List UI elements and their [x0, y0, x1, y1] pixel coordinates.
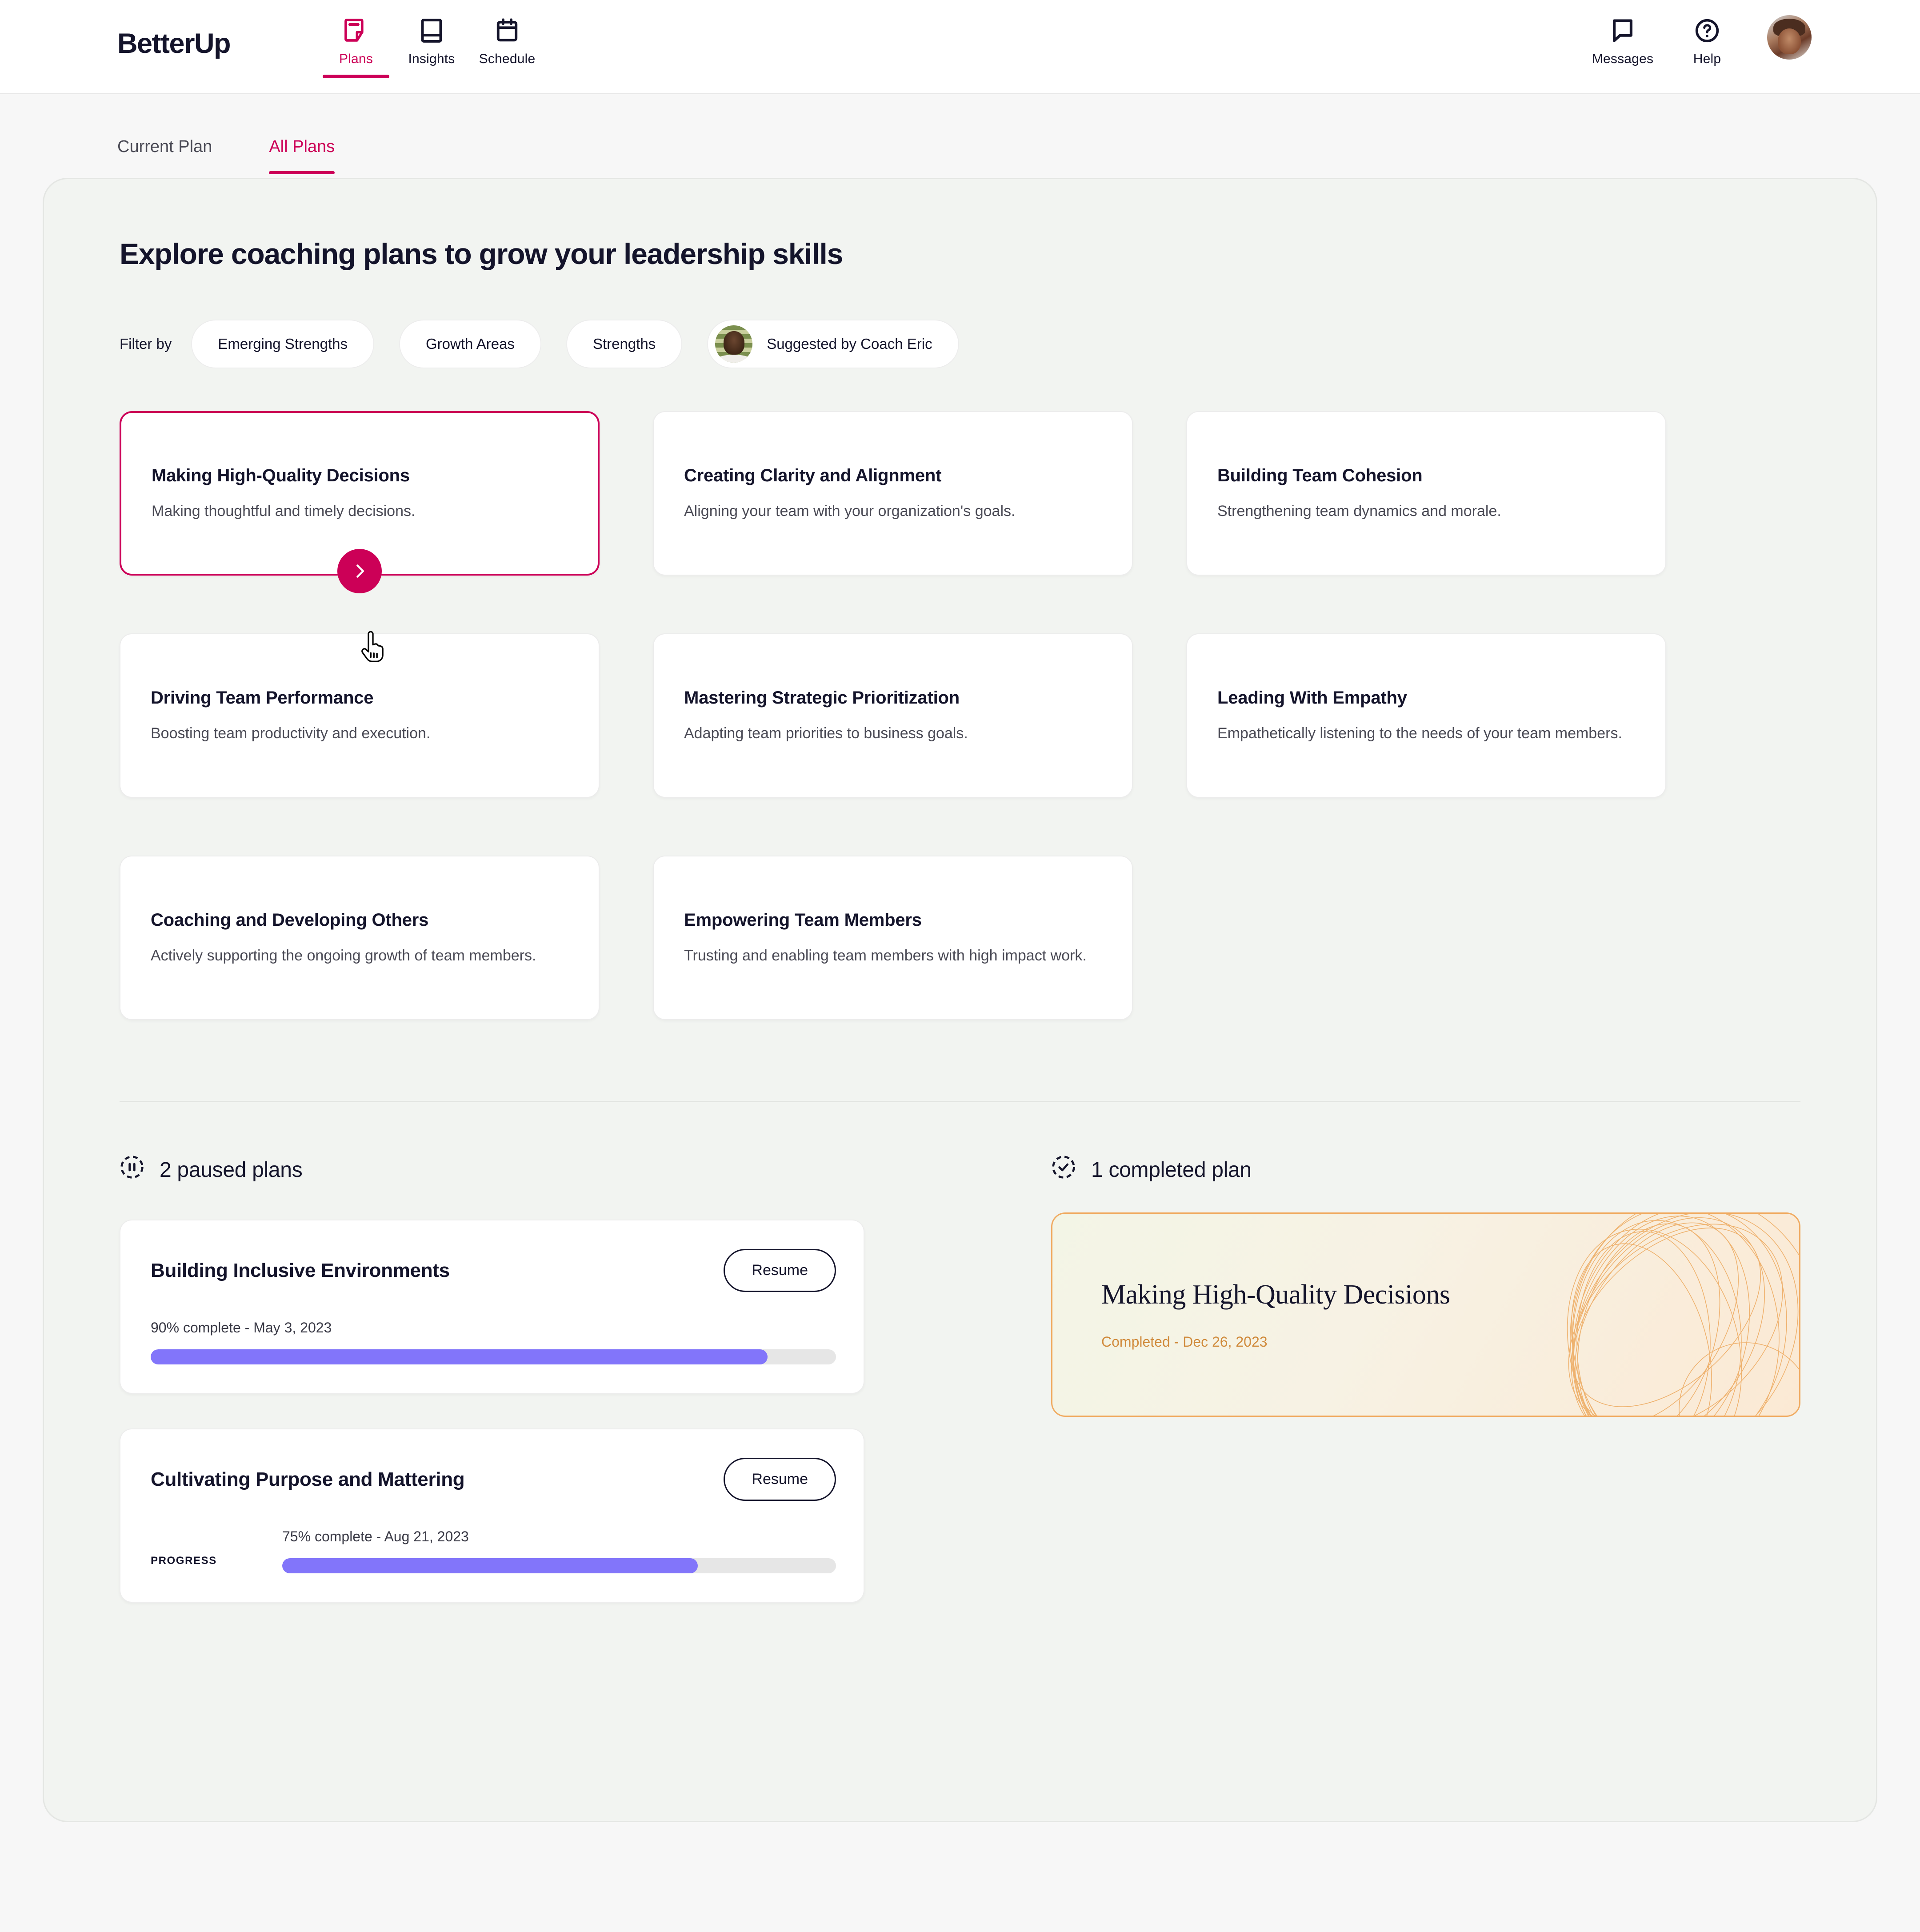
plan-card-making-high-quality-decisions[interactable]: Making High-Quality Decisions Making tho… [120, 411, 600, 593]
plan-card-title: Mastering Strategic Prioritization [684, 688, 960, 708]
plan-card-title: Empowering Team Members [684, 910, 922, 930]
paused-progress-block: PROGRESS 75% complete - Aug 21, 2023 [151, 1528, 836, 1573]
filter-chip-growth-areas[interactable]: Growth Areas [399, 320, 541, 368]
nav-utility-group: Messages Help [1580, 12, 1812, 67]
progress-bar [282, 1558, 836, 1573]
plan-card-description: Strengthening team dynamics and morale. [1217, 502, 1501, 520]
completed-plan-date: Completed - Dec 26, 2023 [1101, 1334, 1268, 1350]
pause-circle-dashed-icon [120, 1155, 144, 1185]
plan-status-sections: 2 paused plans Building Inclusive Enviro… [120, 1155, 1800, 1603]
progress-caption: 90% complete - May 3, 2023 [151, 1320, 332, 1336]
nav-label-help: Help [1693, 52, 1721, 66]
completed-plans-heading-text: 1 completed plan [1091, 1158, 1252, 1182]
paused-plans-heading-text: 2 paused plans [160, 1158, 303, 1182]
plan-card-description: Empathetically listening to the needs of… [1217, 724, 1622, 742]
question-circle-icon [1695, 17, 1720, 44]
check-circle-dashed-icon [1051, 1155, 1076, 1185]
plan-card-title: Coaching and Developing Others [151, 910, 429, 930]
plan-card-mastering-strategic-prioritization[interactable]: Mastering Strategic Prioritization Adapt… [653, 633, 1133, 798]
plan-card-description: Making thoughtful and timely decisions. [152, 502, 416, 520]
decorative-fan-pattern [1567, 1214, 1800, 1416]
plan-card-driving-team-performance[interactable]: Driving Team Performance Boosting team p… [120, 633, 600, 798]
paused-plan-title: Cultivating Purpose and Mattering [151, 1468, 465, 1490]
page-title: Explore coaching plans to grow your lead… [120, 237, 843, 270]
nav-item-plans[interactable]: Plans [318, 12, 394, 78]
plan-card-title: Building Team Cohesion [1217, 465, 1423, 485]
plan-card-creating-clarity-and-alignment[interactable]: Creating Clarity and Alignment Aligning … [653, 411, 1133, 576]
tab-current-plan[interactable]: Current Plan [117, 137, 212, 174]
paused-plan-title: Building Inclusive Environments [151, 1259, 450, 1281]
filter-chip-label: Growth Areas [426, 336, 515, 352]
plan-card-description: Actively supporting the ongoing growth o… [151, 947, 536, 964]
nav-active-indicator [323, 75, 389, 78]
paused-plans-heading: 2 paused plans [120, 1155, 864, 1185]
nav-item-schedule[interactable]: Schedule [469, 12, 545, 67]
book-insights-icon [420, 17, 443, 44]
plan-card-building-team-cohesion[interactable]: Building Team Cohesion Strengthening tea… [1186, 411, 1666, 576]
plan-view-tabs: Current Plan All Plans [0, 94, 1920, 174]
progress-bar [151, 1349, 836, 1364]
paused-plan-card-building-inclusive-environments[interactable]: Building Inclusive Environments Resume 9… [120, 1220, 865, 1394]
progress-main: 75% complete - Aug 21, 2023 [282, 1528, 836, 1573]
nav-label-messages: Messages [1592, 52, 1654, 66]
plan-card-description: Adapting team priorities to business goa… [684, 724, 968, 742]
plan-card-title: Driving Team Performance [151, 688, 374, 708]
section-divider [120, 1101, 1800, 1102]
progress-label: PROGRESS [151, 1555, 217, 1567]
nav-item-insights[interactable]: Insights [394, 12, 469, 67]
filter-chip-label: Emerging Strengths [218, 336, 348, 352]
plan-card-empowering-team-members[interactable]: Empowering Team Members Trusting and ena… [653, 856, 1133, 1020]
plan-card-title: Leading With Empathy [1217, 688, 1407, 708]
completed-plan-card[interactable]: Making High-Quality Decisions Completed … [1051, 1212, 1800, 1417]
plan-card-description: Boosting team productivity and execution… [151, 724, 431, 742]
filter-chip-label: Suggested by Coach Eric [767, 336, 932, 352]
nav-label-plans: Plans [339, 52, 373, 66]
filter-chip-suggested-by-coach[interactable]: Suggested by Coach Eric [707, 320, 959, 368]
filter-chip-emerging-strengths[interactable]: Emerging Strengths [191, 320, 375, 368]
nav-label-schedule: Schedule [479, 52, 536, 66]
completed-plan-title: Making High-Quality Decisions [1101, 1280, 1450, 1310]
progress-caption: 75% complete - Aug 21, 2023 [282, 1528, 469, 1544]
plan-card-description: Aligning your team with your organizatio… [684, 502, 1016, 520]
note-plan-icon [344, 17, 368, 44]
nav-label-insights: Insights [408, 52, 455, 66]
plan-card-description: Trusting and enabling team members with … [684, 947, 1087, 964]
plan-card-title: Creating Clarity and Alignment [684, 465, 942, 485]
nav-item-help[interactable]: Help [1665, 12, 1749, 67]
completed-plans-heading: 1 completed plan [1051, 1155, 1800, 1185]
top-navigation-bar: BetterUp Plans Insights Schedule Message… [0, 0, 1920, 94]
avatar[interactable] [1767, 15, 1812, 60]
progress-main: 90% complete - May 3, 2023 [151, 1320, 836, 1364]
paused-progress-block: 90% complete - May 3, 2023 [151, 1320, 836, 1364]
coach-avatar [715, 325, 753, 363]
primary-nav: Plans Insights Schedule [318, 12, 545, 78]
nav-item-messages[interactable]: Messages [1580, 12, 1665, 67]
chevron-right-icon [356, 564, 364, 578]
calendar-schedule-icon [495, 17, 519, 44]
plan-card-grid: Making High-Quality Decisions Making tho… [120, 411, 1800, 1078]
paused-plan-card-cultivating-purpose-and-mattering[interactable]: Cultivating Purpose and Mattering Resume… [120, 1428, 865, 1603]
all-plans-panel: Explore coaching plans to grow your lead… [43, 178, 1877, 1822]
progress-fill [282, 1558, 698, 1573]
plan-card-title: Making High-Quality Decisions [152, 465, 410, 485]
tab-all-plans[interactable]: All Plans [269, 137, 335, 174]
brand-logo[interactable]: BetterUp [117, 28, 231, 60]
filter-chip-label: Strengths [592, 336, 656, 352]
chat-bubble-icon [1611, 17, 1634, 44]
resume-button[interactable]: Resume [724, 1458, 836, 1501]
filter-chip-strengths[interactable]: Strengths [566, 320, 683, 368]
completed-plans-section: 1 completed plan Making High-Quality Dec… [1051, 1155, 1800, 1603]
paused-card-header: Cultivating Purpose and Mattering Resume [151, 1458, 836, 1501]
progress-fill [151, 1349, 768, 1364]
plan-card-coaching-and-developing-others[interactable]: Coaching and Developing Others Actively … [120, 856, 600, 1020]
paused-plans-section: 2 paused plans Building Inclusive Enviro… [120, 1155, 865, 1603]
paused-card-header: Building Inclusive Environments Resume [151, 1249, 836, 1292]
plan-card-leading-with-empathy[interactable]: Leading With Empathy Empathetically list… [1186, 633, 1666, 798]
plan-card-next-button[interactable] [337, 549, 382, 593]
filter-by-label: Filter by [120, 336, 172, 352]
filter-bar: Filter by Emerging Strengths Growth Area… [120, 320, 1800, 368]
resume-button[interactable]: Resume [724, 1249, 836, 1292]
